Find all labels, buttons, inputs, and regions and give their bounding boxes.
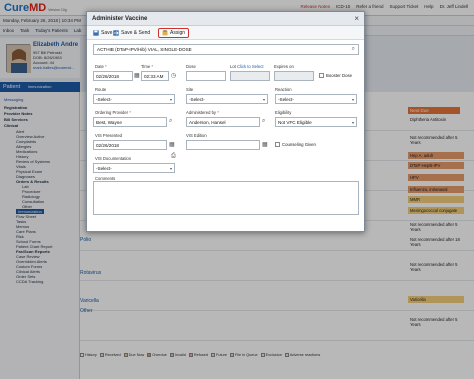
date-field[interactable]: 02/26/2018 bbox=[93, 71, 133, 81]
expires-on-field[interactable] bbox=[274, 71, 314, 81]
dialog-body: ACTHIB (DTaP-IPV/Hib) VIAL, SINGLE-DOSE … bbox=[87, 40, 364, 232]
lot-select-link[interactable]: Click to Select bbox=[237, 64, 264, 69]
save-icon bbox=[93, 30, 99, 36]
lot-label: Lot Click to Select bbox=[230, 64, 264, 69]
page: CureMD Version 10g Release Notes ICD-10 R… bbox=[0, 0, 474, 379]
expires-on-label: Expires on bbox=[274, 64, 294, 69]
assign-icon bbox=[162, 30, 168, 36]
close-icon[interactable]: × bbox=[354, 14, 359, 23]
vis-edition-label: VIS Edition bbox=[186, 133, 207, 138]
eligibility-select[interactable]: Not VFC Eligible ▾ bbox=[275, 117, 357, 127]
dialog-header: Administer Vaccine × bbox=[87, 12, 364, 26]
dialog-toolbar: Save Save & Send Assign bbox=[87, 26, 364, 40]
search-icon[interactable]: ⌕ bbox=[352, 46, 355, 53]
vis-documentation-label: VIS Documentation bbox=[95, 156, 132, 161]
chevron-down-icon: ▾ bbox=[351, 96, 354, 102]
lot-field[interactable] bbox=[230, 71, 270, 81]
administered-by-label: Administered by * bbox=[186, 110, 219, 115]
date-label: Date * bbox=[95, 64, 107, 69]
vis-presented-label: VIS Presented bbox=[95, 133, 123, 138]
vaccine-search-input[interactable]: ACTHIB (DTaP-IPV/Hib) VIAL, SINGLE-DOSE … bbox=[93, 44, 359, 55]
clock-icon[interactable]: ◷ bbox=[171, 72, 176, 79]
reaction-select[interactable]: -Select- ▾ bbox=[275, 94, 357, 104]
calendar-icon[interactable]: ▦ bbox=[169, 141, 175, 148]
administered-by-field[interactable]: Anderson, Hansel bbox=[186, 117, 260, 127]
print-icon[interactable]: ⎙ bbox=[171, 153, 176, 160]
chevron-down-icon: ▾ bbox=[351, 119, 354, 125]
ordering-provider-label: Ordering Provider * bbox=[95, 110, 131, 115]
chevron-down-icon: ▾ bbox=[262, 96, 265, 102]
route-select[interactable]: -Select- ▾ bbox=[93, 94, 175, 104]
site-label: Site bbox=[186, 87, 194, 92]
vis-edition-field[interactable] bbox=[186, 140, 260, 150]
chevron-down-icon: ▾ bbox=[169, 96, 172, 102]
calendar-icon[interactable]: ▦ bbox=[262, 141, 268, 148]
assign-button[interactable]: Assign bbox=[158, 28, 190, 38]
vis-documentation-select[interactable]: -Select- ▾ bbox=[93, 163, 175, 173]
dialog-title: Administer Vaccine bbox=[92, 16, 148, 22]
site-select[interactable]: -Select- ▾ bbox=[186, 94, 268, 104]
ordering-provider-field[interactable]: Best, Wayne bbox=[93, 117, 167, 127]
booster-dose-checkbox[interactable]: Booster Dose bbox=[319, 73, 352, 78]
vis-presented-field[interactable]: 02/26/2018 bbox=[93, 140, 167, 150]
save-and-send-button[interactable]: Save & Send bbox=[110, 28, 153, 38]
save-send-icon bbox=[113, 30, 119, 36]
search-icon[interactable]: ⌕ bbox=[169, 118, 172, 125]
checkbox-box[interactable] bbox=[275, 142, 280, 147]
eligibility-label: Eligibility bbox=[275, 110, 292, 115]
administer-vaccine-dialog: Administer Vaccine × Save Save & Send As… bbox=[86, 11, 365, 232]
time-field[interactable]: 02:33 AM bbox=[141, 71, 169, 81]
time-label: Time * bbox=[141, 64, 153, 69]
checkbox-box[interactable] bbox=[319, 73, 324, 78]
counseling-given-checkbox[interactable]: Counseling Given bbox=[275, 142, 316, 147]
calendar-icon[interactable]: ▦ bbox=[134, 72, 140, 79]
comments-textarea[interactable] bbox=[93, 181, 359, 215]
chevron-down-icon: ▾ bbox=[169, 165, 172, 171]
dose-label: Dose bbox=[186, 64, 196, 69]
search-icon[interactable]: ⌕ bbox=[262, 118, 265, 125]
route-label: Route bbox=[95, 87, 107, 92]
dose-field[interactable] bbox=[186, 71, 226, 81]
reaction-label: Reaction bbox=[275, 87, 292, 92]
